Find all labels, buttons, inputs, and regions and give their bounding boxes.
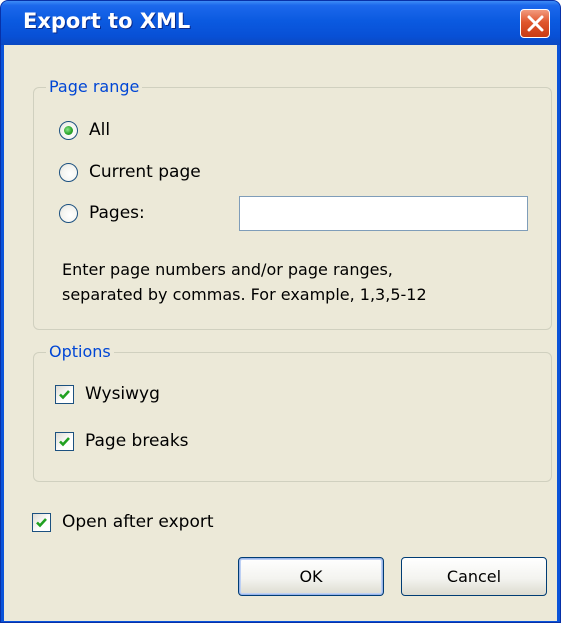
ok-button[interactable]: OK — [238, 557, 384, 596]
checkbox-open-after-export-label: Open after export — [62, 512, 214, 532]
options-legend: Options — [46, 342, 114, 362]
radio-button[interactable] — [59, 162, 78, 182]
page-range-hint: Enter page numbers and/or page ranges, s… — [62, 257, 532, 307]
check-mark-icon — [59, 436, 70, 446]
hint-line-2: separated by commas. For example, 1,3,5-… — [62, 285, 427, 304]
close-button[interactable] — [520, 9, 550, 38]
checkbox-checked[interactable] — [55, 384, 74, 404]
hint-line-1: Enter page numbers and/or page ranges, — [62, 260, 393, 279]
pages-input[interactable] — [239, 196, 528, 231]
radio-current-page[interactable]: Current page — [59, 161, 201, 183]
options-group: Options — [33, 342, 552, 482]
checkbox-page-breaks[interactable]: Page breaks — [55, 430, 189, 452]
page-range-legend: Page range — [46, 77, 143, 97]
dialog-title: Export to XML — [23, 9, 191, 33]
title-bar[interactable]: Export to XML — [1, 1, 560, 45]
radio-pages[interactable]: Pages: — [59, 202, 145, 224]
cancel-button[interactable]: Cancel — [401, 557, 547, 596]
radio-current-page-label: Current page — [89, 162, 201, 182]
checkbox-wysiwyg-label: Wysiwyg — [85, 384, 160, 404]
checkbox-open-after-export[interactable]: Open after export — [32, 511, 214, 533]
radio-all[interactable]: All — [59, 119, 110, 141]
check-mark-icon — [59, 389, 70, 399]
radio-button[interactable] — [59, 203, 78, 223]
radio-button-checked[interactable] — [59, 120, 78, 140]
checkbox-page-breaks-label: Page breaks — [85, 431, 189, 451]
checkbox-checked[interactable] — [55, 431, 74, 451]
radio-pages-label: Pages: — [89, 203, 145, 223]
checkbox-wysiwyg[interactable]: Wysiwyg — [55, 383, 160, 405]
check-mark-icon — [36, 517, 47, 527]
radio-all-label: All — [89, 120, 111, 140]
export-dialog: Export to XML Page range All Current pag… — [0, 0, 561, 623]
close-icon — [527, 15, 544, 32]
dialog-body: Page range All Current page Pages: Enter… — [4, 45, 557, 621]
checkbox-checked[interactable] — [32, 512, 51, 532]
